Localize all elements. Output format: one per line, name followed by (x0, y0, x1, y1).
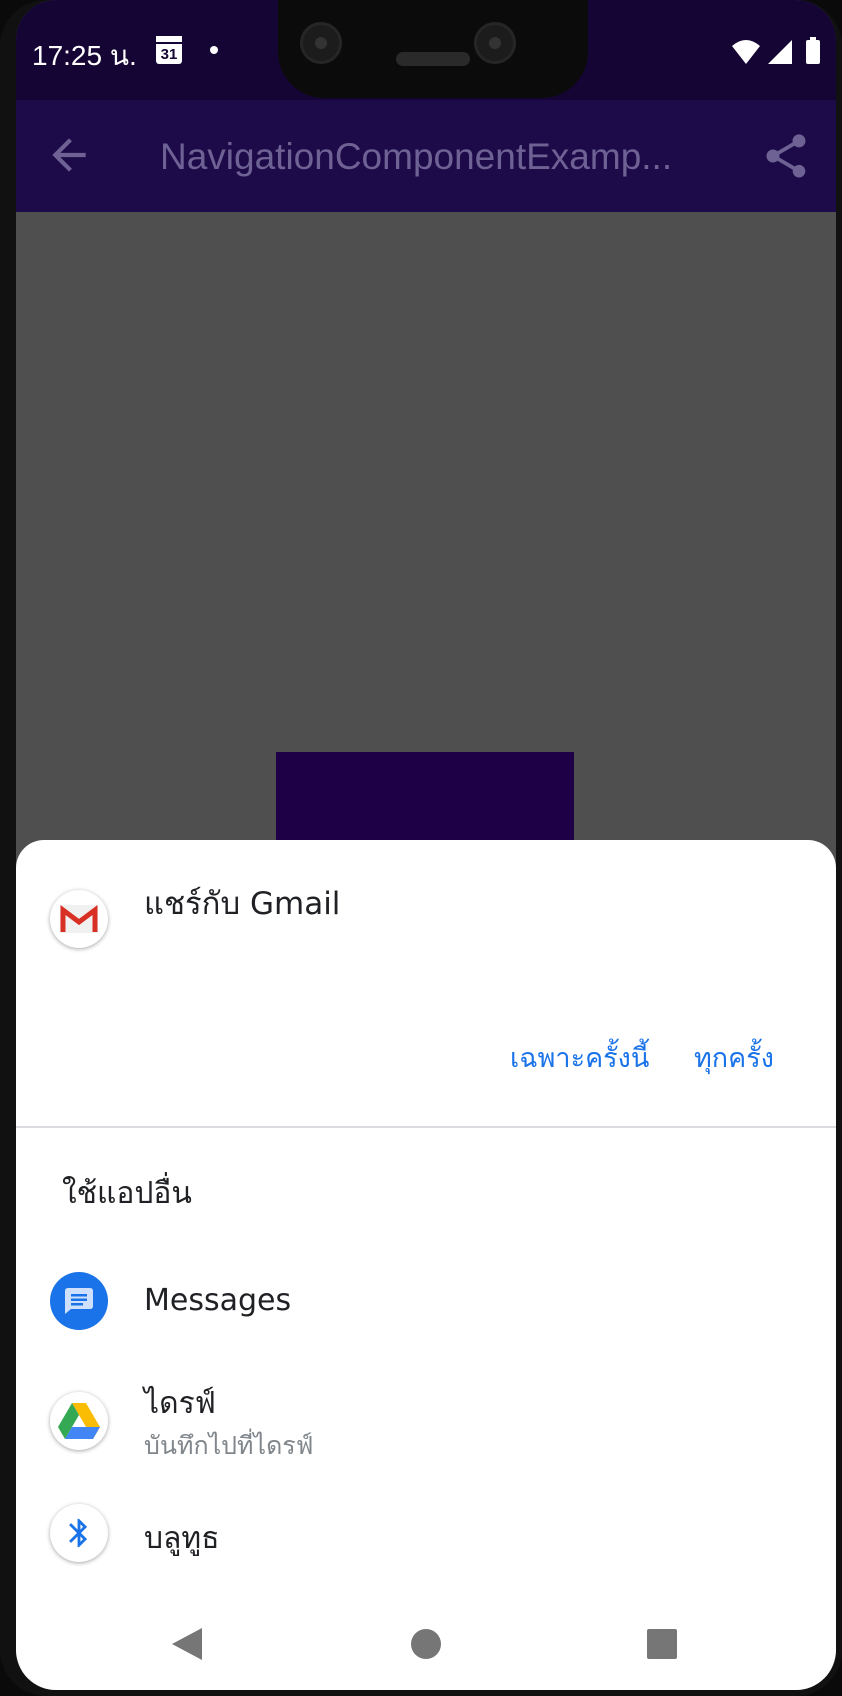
default-app-label: แชร์กับ Gmail (144, 886, 341, 922)
app-label-messages: Messages (144, 1283, 292, 1318)
status-icons (732, 37, 820, 64)
app-row-drive[interactable]: ไดรฟ์ บันทึกไปที่ไดรฟ์ (16, 1386, 836, 1496)
front-camera-right (474, 22, 516, 64)
app-label-drive: ไดรฟ์ (144, 1386, 216, 1421)
back-arrow-icon[interactable] (44, 130, 94, 180)
wifi-icon (732, 40, 760, 64)
app-bar-title: NavigationComponentExamp... (160, 136, 673, 177)
battery-icon (806, 40, 820, 64)
bluetooth-icon (50, 1504, 108, 1562)
cellular-signal-icon (768, 40, 792, 64)
other-apps-heading: ใช้แอปอื่น (62, 1176, 192, 1211)
google-drive-icon (50, 1392, 108, 1450)
app-sublabel-drive: บันทึกไปที่ไดรฟ์ (144, 1431, 314, 1460)
messages-icon (50, 1272, 108, 1330)
app-label-bluetooth: บลูทูธ (144, 1521, 220, 1556)
screen: 17:25 น. 31 NavigationComponentExamp... (16, 0, 836, 1690)
divider (16, 1126, 836, 1128)
app-row-bluetooth[interactable]: บลูทูธ (16, 1504, 836, 1614)
phone-frame: 17:25 น. 31 NavigationComponentExamp... (0, 0, 842, 1696)
content-button (276, 752, 574, 842)
share-icon[interactable] (760, 130, 812, 182)
notification-dot-icon (210, 46, 218, 54)
app-bar: NavigationComponentExamp... (16, 100, 836, 212)
system-navigation-bar (16, 1600, 836, 1690)
gmail-icon (50, 890, 108, 948)
earpiece-speaker (396, 52, 470, 66)
nav-back-icon[interactable] (170, 1626, 204, 1662)
just-once-button[interactable]: เฉพาะครั้งนี้ (510, 1036, 649, 1079)
nav-recents-icon[interactable] (646, 1628, 678, 1660)
share-bottom-sheet: แชร์กับ Gmail เฉพาะครั้งนี้ ทุกครั้ง ใช้… (16, 840, 836, 1690)
camera-notch (278, 0, 588, 98)
status-time: 17:25 น. (32, 40, 137, 71)
always-button[interactable]: ทุกครั้ง (694, 1036, 774, 1079)
front-camera-left (300, 22, 342, 64)
app-row-messages[interactable]: Messages (16, 1272, 836, 1382)
status-bar: 17:25 น. 31 (16, 0, 836, 100)
nav-home-icon[interactable] (410, 1628, 442, 1660)
calendar-icon: 31 (156, 36, 182, 64)
